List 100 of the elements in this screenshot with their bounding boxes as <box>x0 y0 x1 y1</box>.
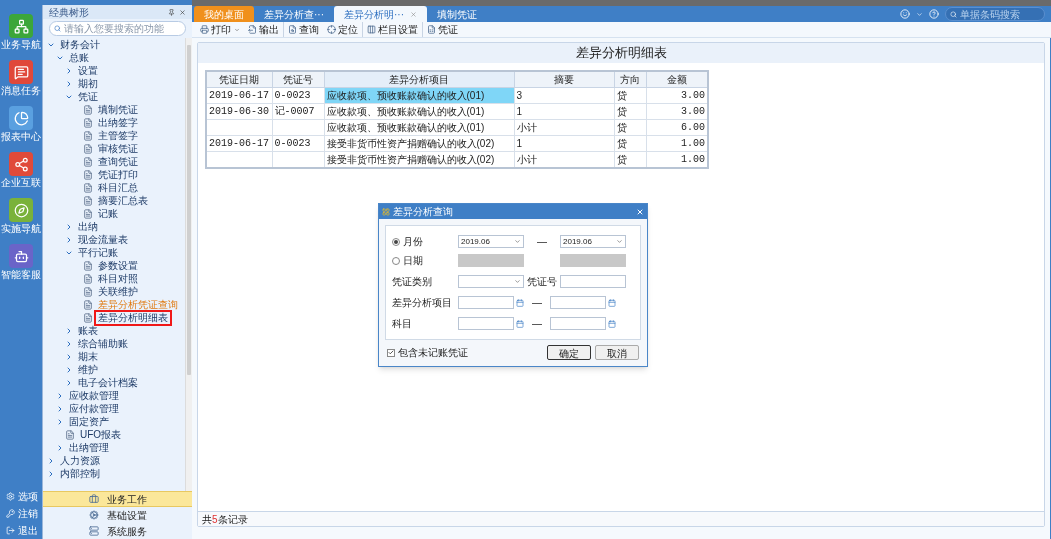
tree-item[interactable]: 参数设置 <box>96 259 140 272</box>
tree-item[interactable]: 总账 <box>67 51 91 64</box>
tree-item[interactable]: 出纳管理 <box>67 441 111 454</box>
tree-item[interactable]: 电子会计档案 <box>76 376 140 389</box>
picker-field[interactable] <box>550 296 606 309</box>
tree-item[interactable]: 内部控制 <box>58 467 102 480</box>
toolbar-button[interactable]: 定位 <box>327 22 358 37</box>
tree-item[interactable]: 科目汇总 <box>96 181 140 194</box>
nav-label[interactable]: 实施导航 <box>1 222 41 236</box>
dialog-button[interactable]: 取消 <box>595 345 639 360</box>
tab[interactable]: 填制凭证 <box>427 6 487 22</box>
gear-icon[interactable] <box>6 491 15 501</box>
chevron-icon[interactable] <box>65 378 73 387</box>
tab[interactable]: 差异分析查··· <box>254 6 334 22</box>
tree-item[interactable]: 差异分析明细表 <box>96 311 170 324</box>
tree-item[interactable]: 设置 <box>76 64 100 77</box>
nav-label[interactable]: 企业互联 <box>1 176 41 190</box>
tree-item[interactable]: 查询凭证 <box>96 155 140 168</box>
column-header[interactable]: 凭证号 <box>272 71 324 88</box>
chevron-icon[interactable] <box>56 391 64 400</box>
tree-item[interactable]: 凭证打印 <box>96 168 140 181</box>
picker-icon[interactable] <box>608 319 616 328</box>
toolbar-button[interactable]: 凭证 <box>427 22 458 37</box>
chevron-icon[interactable] <box>65 235 73 244</box>
chevron-icon[interactable] <box>47 456 55 465</box>
tree-item[interactable]: 维护 <box>76 363 100 376</box>
chevron-icon[interactable] <box>56 404 64 413</box>
chart-icon[interactable] <box>9 106 33 130</box>
nav-link[interactable]: 退出 <box>18 522 38 538</box>
chevron-icon[interactable] <box>65 339 73 348</box>
tree-item[interactable]: 综合辅助账 <box>76 337 130 350</box>
tree-item[interactable]: 平行记账 <box>76 246 120 259</box>
tree-item[interactable]: 人力资源 <box>58 454 102 467</box>
tree-item[interactable]: 主管签字 <box>96 129 140 142</box>
picker-field[interactable] <box>550 317 606 330</box>
tree-item[interactable]: 期初 <box>76 77 100 90</box>
module-tab[interactable]: 业务工作 <box>43 491 192 507</box>
tree-item[interactable]: 固定资产 <box>67 415 111 428</box>
nav-label[interactable]: 报表中心 <box>1 130 41 144</box>
toolbar-button[interactable]: 栏目设置 <box>367 22 418 37</box>
checkbox[interactable] <box>387 348 395 357</box>
month-select[interactable]: 2019.06 <box>560 235 626 248</box>
date-field[interactable] <box>458 254 524 267</box>
message-icon[interactable] <box>9 60 33 84</box>
tree-item[interactable]: 科目对照 <box>96 272 140 285</box>
column-header[interactable]: 摘要 <box>514 71 614 88</box>
chevron-icon[interactable] <box>65 222 73 231</box>
network-icon[interactable] <box>9 152 33 176</box>
column-header[interactable]: 方向 <box>614 71 646 88</box>
nav-link[interactable]: 选项 <box>18 488 38 504</box>
tree-item[interactable]: 现金流量表 <box>76 233 130 246</box>
picker-icon[interactable] <box>516 298 524 307</box>
tree-icon[interactable] <box>9 14 33 38</box>
tree-item[interactable]: 关联维护 <box>96 285 140 298</box>
search-field[interactable]: 请输入您要搜索的功能 <box>49 21 186 36</box>
toolbar-button[interactable]: 输出 <box>248 22 279 37</box>
tree-item[interactable]: 期末 <box>76 350 100 363</box>
chevron-icon[interactable] <box>65 66 73 75</box>
chevron-icon[interactable] <box>65 79 73 88</box>
tree-item[interactable]: 摘要汇总表 <box>96 194 150 207</box>
picker-icon[interactable] <box>516 319 524 328</box>
tree-item[interactable]: 应付款管理 <box>67 402 121 415</box>
caret-icon[interactable] <box>234 26 240 33</box>
radio-label[interactable]: 日期 <box>403 253 423 268</box>
close-icon[interactable] <box>636 207 644 216</box>
voucher-number-field[interactable] <box>560 275 626 288</box>
column-header[interactable]: 金额 <box>646 71 708 88</box>
tree-item[interactable]: 审核凭证 <box>96 142 140 155</box>
close-icon[interactable] <box>410 10 417 18</box>
month-select[interactable]: 2019.06 <box>458 235 524 248</box>
date-field[interactable] <box>560 254 626 267</box>
chevron-icon[interactable] <box>65 326 73 335</box>
tree-item[interactable]: 凭证 <box>76 90 100 103</box>
key-icon[interactable] <box>6 508 15 518</box>
chevron-icon[interactable] <box>47 469 55 478</box>
close-icon[interactable] <box>179 8 186 16</box>
chevron-icon[interactable] <box>65 365 73 374</box>
picker-field[interactable] <box>458 296 514 309</box>
toolbar-button[interactable]: 打印 <box>200 22 231 37</box>
toolbar-button[interactable]: 查询 <box>288 22 319 37</box>
robot-icon[interactable] <box>9 244 33 268</box>
tree-item[interactable]: 账表 <box>76 324 100 337</box>
tree-item[interactable]: 出纳 <box>76 220 100 233</box>
tree-item[interactable]: 出纳签字 <box>96 116 140 129</box>
help-icon[interactable] <box>929 9 939 19</box>
chevron-icon[interactable] <box>56 443 64 452</box>
exit-icon[interactable] <box>6 525 15 535</box>
tree-item[interactable]: 应收款管理 <box>67 389 121 402</box>
dialog-button[interactable]: 确定 <box>547 345 591 360</box>
user-icon[interactable] <box>900 9 910 19</box>
tab[interactable]: 差异分析明··· <box>334 6 427 22</box>
nav-link[interactable]: 注销 <box>18 505 38 521</box>
chevron-icon[interactable] <box>65 352 73 361</box>
column-header[interactable]: 差异分析项目 <box>324 71 514 88</box>
pin-icon[interactable] <box>168 8 175 16</box>
picker-field[interactable] <box>458 317 514 330</box>
tree-item[interactable]: 记账 <box>96 207 120 220</box>
compass-icon[interactable] <box>9 198 33 222</box>
chevron-icon[interactable] <box>56 417 64 426</box>
nav-label[interactable]: 消息任务 <box>1 84 41 98</box>
